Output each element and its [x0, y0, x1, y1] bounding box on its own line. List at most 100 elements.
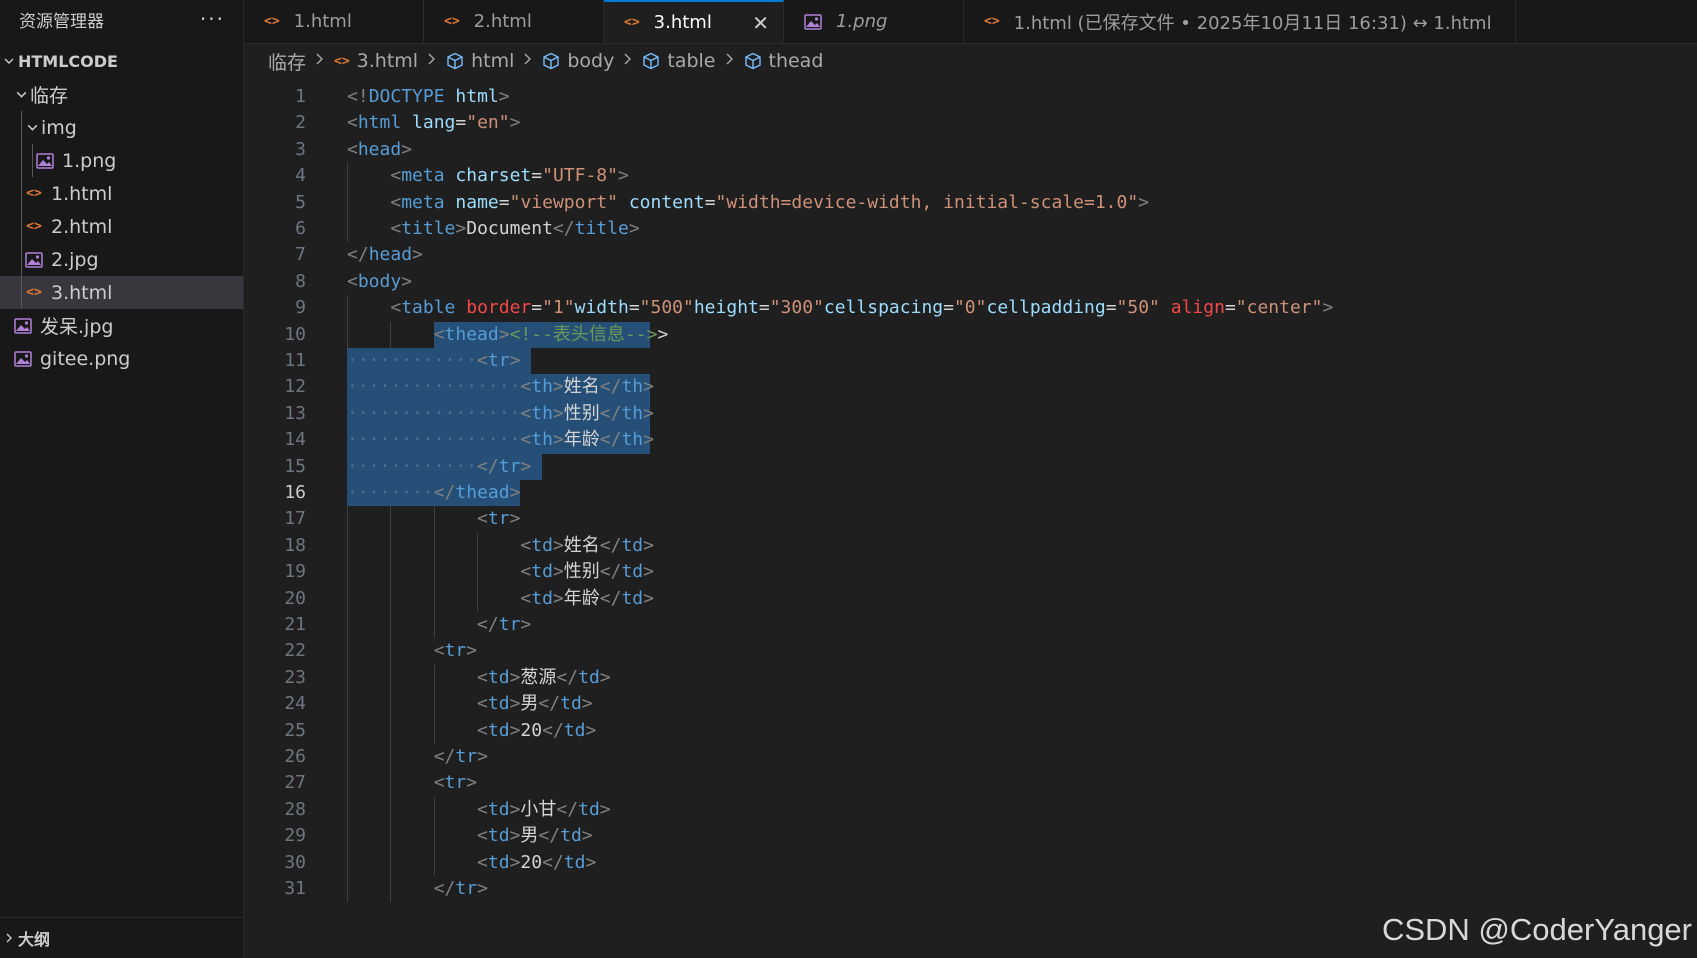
symbol-element-icon [642, 52, 660, 70]
explorer-sidebar: 资源管理器 ··· HTMLCODE 临存 img 1.png <> 1.html <> 2… [0, 0, 244, 958]
line-code: <meta name="viewport" content="width=dev… [390, 191, 1150, 213]
tab-1-html[interactable]: <> 1.html [244, 0, 424, 43]
more-actions-button[interactable]: ··· [200, 7, 225, 31]
line-code: <td>20</td> [477, 851, 597, 873]
tab-label: 1.html (已保存文件 • 2025年10月11日 16:31) ↔ 1.h… [1013, 12, 1492, 34]
line-code: ········</thead> [347, 482, 521, 503]
tab-label: 3.html [653, 12, 712, 33]
file-item[interactable]: <> 2.html [0, 210, 243, 243]
line-number: 25 [284, 719, 306, 741]
breadcrumb-item[interactable]: 临存 [268, 48, 306, 75]
line-code: <!DOCTYPE html> [347, 86, 510, 107]
chevron-right-icon [623, 52, 633, 70]
line-code: <title>Document</title> [390, 218, 640, 239]
line-code: <td>性别</td> [520, 561, 654, 583]
breadcrumb-label: html [471, 50, 515, 72]
outline-section-header[interactable]: 大纲 [0, 917, 243, 958]
line-code: <td>20</td> [477, 719, 597, 741]
chevron-right-icon [523, 52, 533, 70]
tree-item-label: 3.html [51, 281, 113, 304]
line-number: 27 [284, 772, 306, 794]
indent-guide [32, 144, 33, 177]
tab-label: 1.html [293, 11, 352, 32]
line-code: <td>小甘</td> [477, 798, 611, 820]
tree-item-label: 2.html [51, 215, 113, 238]
line-code: <td>男</td> [477, 693, 593, 715]
tree-item-label: 2.jpg [51, 248, 99, 271]
line-code: ············</tr> [347, 455, 532, 477]
line-number: 8 [295, 270, 306, 292]
tab-2-html[interactable]: <> 2.html [424, 0, 604, 43]
indent-guide [21, 144, 22, 177]
tab-label: 1.png [836, 11, 888, 32]
tree-item-label: img [41, 116, 77, 139]
outline-label: 大纲 [18, 930, 51, 949]
breadcrumb-label: 临存 [268, 51, 307, 74]
editor-tab-bar: <> 1.html <> 2.html <> 3.html ✕ 1.png <> 1.html (… [244, 0, 1697, 44]
file-item[interactable]: 发呆.jpg [0, 309, 243, 342]
line-number: 6 [295, 218, 306, 239]
file-item[interactable]: gitee.png [0, 342, 243, 375]
tab-1-html[interactable]: <> 1.html (已保存文件 • 2025年10月11日 16:31) ↔ 1… [964, 0, 1516, 43]
tab-label: 2.html [473, 11, 532, 32]
tree-item-label: gitee.png [40, 347, 131, 370]
code-editor[interactable]: 1 <!DOCTYPE html> 2 <html lang="en"> 3 <head>… [244, 78, 1697, 958]
image-file-icon [804, 13, 822, 30]
line-code: <thead><!--表头信息-->> [433, 323, 669, 345]
line-number: 9 [295, 297, 306, 319]
file-item[interactable]: <> 3.html [0, 276, 243, 309]
line-code: <tr> [433, 640, 478, 662]
line-code: ············<tr> [347, 350, 521, 371]
file-item[interactable]: 2.jpg [0, 243, 243, 276]
image-file-icon [34, 152, 56, 169]
chevron-right-icon [427, 52, 437, 70]
tab-3-html[interactable]: <> 3.html ✕ [604, 0, 784, 43]
line-code: <table border="1"width="500"height="300"… [390, 297, 1334, 319]
breadcrumb-item[interactable]: body [542, 50, 614, 72]
indent-guide [21, 210, 22, 243]
breadcrumb-item[interactable]: <> 3.html [334, 50, 418, 72]
line-number: 30 [284, 851, 306, 873]
tree-item-label: 临存 [30, 85, 69, 107]
watermark: CSDN @CoderYanger [1381, 912, 1692, 947]
symbol-element-icon [446, 52, 464, 70]
line-code: </head> [347, 244, 423, 266]
line-number: 12 [284, 376, 306, 398]
file-item[interactable]: <> 1.html [0, 177, 243, 210]
line-number: 20 [284, 587, 306, 609]
line-number: 21 [284, 614, 306, 635]
breadcrumb-item[interactable]: thead [744, 50, 824, 72]
line-code: </tr> [433, 746, 488, 767]
line-number: 31 [284, 878, 306, 899]
html-file-icon: <> [26, 285, 42, 300]
tab-1-png[interactable]: 1.png [784, 0, 964, 43]
line-code: </tr> [433, 878, 488, 899]
line-code: <meta charset="UTF-8"> [390, 165, 629, 187]
line-number: 29 [284, 825, 306, 847]
line-number: 5 [295, 191, 306, 213]
indent-guide [21, 111, 22, 144]
image-file-icon [12, 317, 34, 334]
line-number: 19 [284, 561, 306, 583]
explorer-header: 资源管理器 ··· [0, 0, 243, 38]
breadcrumb-item[interactable]: html [446, 50, 514, 72]
breadcrumb-item[interactable]: table [642, 50, 716, 72]
line-code: <html lang="en"> [347, 112, 521, 134]
chevron-down-icon [23, 121, 41, 134]
close-icon[interactable]: ✕ [752, 11, 769, 35]
tree-item-label: 1.html [51, 182, 113, 205]
file-item[interactable]: 1.png [0, 144, 243, 177]
indent-guide [21, 243, 22, 276]
folder-item[interactable]: 临存 [0, 78, 243, 111]
line-number: 18 [284, 534, 306, 556]
breadcrumb-label: thead [768, 50, 824, 72]
line-number: 24 [284, 693, 306, 715]
workspace-section-header[interactable]: HTMLCODE [0, 44, 243, 78]
folder-item[interactable]: img [0, 111, 243, 144]
breadcrumb: 临存 <> 3.html html body table thead [268, 44, 823, 78]
line-number: 2 [295, 112, 306, 134]
line-code: ················<th>姓名</th> [347, 376, 654, 398]
line-number: 17 [284, 508, 306, 530]
line-code: <td>葱源</td> [477, 666, 611, 688]
breadcrumb-label: 3.html [356, 50, 419, 72]
